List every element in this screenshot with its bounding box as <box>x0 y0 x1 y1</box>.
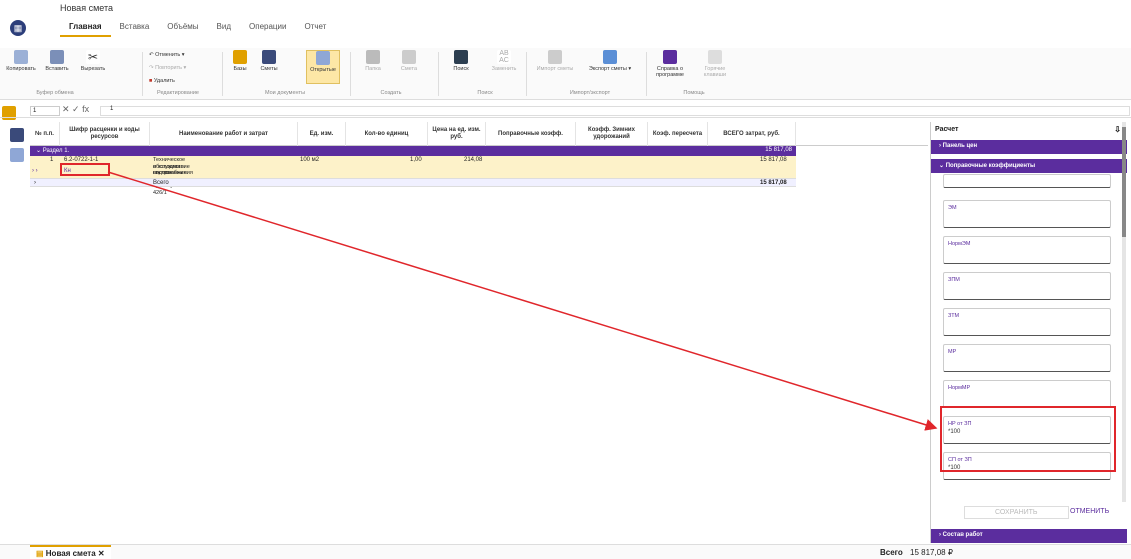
document-tab-icon: ▤ <box>36 549 46 558</box>
close-icon[interactable]: ✕ <box>98 549 105 558</box>
annotation-arrow <box>107 171 938 431</box>
status-total-label: Всего <box>880 548 903 557</box>
tab-document[interactable]: ▤ Новая смета ✕ <box>30 545 111 559</box>
status-bar: ▤ Новая смета ✕ Всего 15 817,08 ₽ <box>0 544 1131 559</box>
status-total-value: 15 817,08 ₽ <box>910 548 953 557</box>
document-tab-label: Новая смета <box>45 549 96 558</box>
app-window: ▦ Новая смета Главная Вставка Объёмы Вид… <box>0 0 1131 559</box>
